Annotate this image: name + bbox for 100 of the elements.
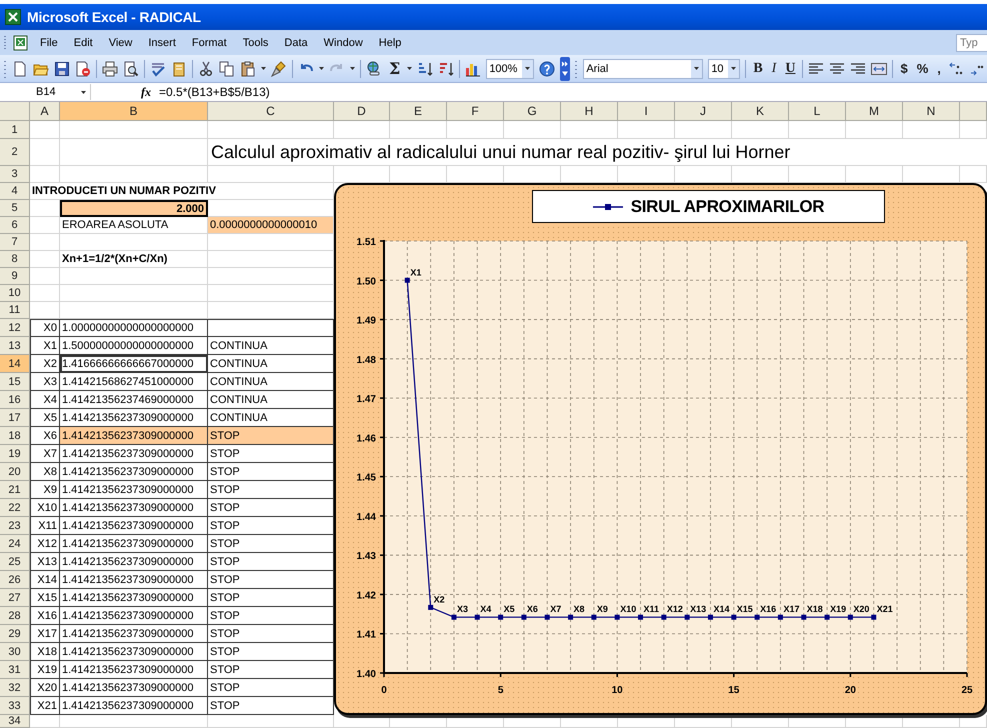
help-search-field[interactable]: Typ bbox=[956, 34, 987, 52]
row-header[interactable]: 4 bbox=[0, 183, 30, 200]
spreadsheet-cell[interactable]: X16 bbox=[30, 607, 60, 625]
autosum-button[interactable]: Σ bbox=[387, 58, 402, 78]
row-header[interactable]: 24 bbox=[0, 535, 30, 553]
select-all-corner[interactable] bbox=[0, 102, 30, 121]
row-header[interactable]: 19 bbox=[0, 445, 30, 463]
column-header[interactable]: K bbox=[732, 102, 789, 121]
row-header[interactable]: 1 bbox=[0, 121, 30, 139]
new-document-icon[interactable] bbox=[12, 60, 28, 76]
column-header[interactable]: H bbox=[561, 102, 618, 121]
sort-descending-icon[interactable] bbox=[438, 60, 454, 76]
column-header[interactable]: N bbox=[903, 102, 960, 121]
column-header[interactable]: E bbox=[390, 102, 447, 121]
caret-icon[interactable] bbox=[80, 90, 86, 94]
spreadsheet-document-icon[interactable] bbox=[13, 34, 29, 50]
spreadsheet-cell[interactable]: 1.41421356237309000000 bbox=[60, 517, 208, 535]
row-header[interactable]: 21 bbox=[0, 481, 30, 499]
row-header[interactable]: 16 bbox=[0, 391, 30, 409]
spreadsheet-cell[interactable]: 1.41421356237309000000 bbox=[60, 445, 208, 463]
clipboard-icon[interactable] bbox=[240, 60, 256, 76]
row-header[interactable]: 8 bbox=[0, 251, 30, 268]
spreadsheet-cell[interactable]: X1 bbox=[30, 337, 60, 355]
spreadsheet-cell[interactable]: 1.41666666666667000000 bbox=[60, 355, 208, 373]
spell-check-icon[interactable] bbox=[150, 60, 166, 76]
paintbrush-icon[interactable] bbox=[271, 60, 287, 76]
spreadsheet-cell[interactable]: 1.41421356237309000000 bbox=[60, 427, 208, 445]
row-header[interactable]: 6 bbox=[0, 217, 30, 234]
align-left-icon[interactable] bbox=[808, 60, 824, 76]
row-header[interactable]: 18 bbox=[0, 427, 30, 445]
row-header[interactable]: 27 bbox=[0, 589, 30, 607]
spreadsheet-cell[interactable]: X7 bbox=[30, 445, 60, 463]
row-header[interactable]: 5 bbox=[0, 200, 30, 217]
spreadsheet-cell[interactable]: X21 bbox=[30, 697, 60, 715]
spreadsheet-cell[interactable]: 1.00000000000000000000 bbox=[60, 319, 208, 337]
book-icon[interactable] bbox=[171, 60, 187, 76]
font-size-dropdown[interactable]: 10 bbox=[708, 58, 740, 78]
spreadsheet-cell[interactable]: 1.41421356237309000000 bbox=[60, 499, 208, 517]
spreadsheet-cell[interactable]: 1.41421356237309000000 bbox=[60, 463, 208, 481]
insert-function-button[interactable]: fx bbox=[141, 84, 151, 100]
row-header[interactable]: 11 bbox=[0, 302, 30, 319]
column-header[interactable]: L bbox=[789, 102, 846, 121]
menu-item[interactable]: Edit bbox=[68, 34, 98, 50]
merge-center-icon[interactable] bbox=[871, 60, 888, 76]
formula-field[interactable]: =0.5*(B13+B$5/B13) bbox=[159, 85, 270, 99]
scissors-icon[interactable] bbox=[198, 60, 214, 76]
sort-ascending-icon[interactable] bbox=[417, 60, 434, 76]
spreadsheet-cell[interactable]: Xn+1=1/2*(Xn+C/Xn) bbox=[60, 251, 208, 268]
spreadsheet-cell[interactable]: X11 bbox=[30, 517, 60, 535]
spreadsheet-cell[interactable]: X5 bbox=[30, 409, 60, 427]
row-header[interactable]: 10 bbox=[0, 285, 30, 302]
spreadsheet-cell[interactable]: X4 bbox=[30, 391, 60, 409]
italic-button[interactable]: I bbox=[770, 58, 778, 78]
printer-icon[interactable] bbox=[102, 60, 118, 76]
spreadsheet-cell[interactable]: X8 bbox=[30, 463, 60, 481]
spreadsheet-cell[interactable]: X0 bbox=[30, 319, 60, 337]
bold-button[interactable]: B bbox=[751, 58, 765, 78]
spreadsheet-cell[interactable]: 1.41421356237309000000 bbox=[60, 535, 208, 553]
row-header[interactable]: 20 bbox=[0, 463, 30, 481]
column-header[interactable]: G bbox=[504, 102, 561, 121]
menu-item[interactable]: Format bbox=[186, 34, 232, 50]
menu-item[interactable]: Window bbox=[318, 34, 368, 50]
row-header[interactable]: 17 bbox=[0, 409, 30, 427]
spreadsheet-cell[interactable]: 2.000 bbox=[60, 200, 208, 217]
row-header[interactable]: 26 bbox=[0, 571, 30, 589]
row-header[interactable]: 15 bbox=[0, 373, 30, 391]
row-header[interactable]: 29 bbox=[0, 625, 30, 643]
spreadsheet-cell[interactable]: STOP bbox=[208, 427, 334, 445]
percent-button[interactable]: % bbox=[914, 58, 930, 78]
menu-item[interactable]: Data bbox=[279, 34, 313, 50]
spreadsheet-cell[interactable]: 1.41421356237309000000 bbox=[60, 625, 208, 643]
row-header[interactable]: 3 bbox=[0, 166, 30, 183]
spreadsheet-cell[interactable]: X2 bbox=[30, 355, 60, 373]
caret-icon[interactable] bbox=[731, 67, 736, 70]
restricted-document-icon[interactable] bbox=[75, 60, 91, 76]
row-header[interactable]: 12 bbox=[0, 319, 30, 337]
spreadsheet-cell[interactable]: X17 bbox=[30, 625, 60, 643]
column-header[interactable]: F bbox=[447, 102, 504, 121]
column-header[interactable]: C bbox=[208, 102, 334, 121]
menu-item[interactable]: Insert bbox=[143, 34, 181, 50]
row-header[interactable]: 30 bbox=[0, 643, 30, 661]
spreadsheet-cell[interactable]: 1.41421356237469000000 bbox=[60, 391, 208, 409]
spreadsheet-cell[interactable]: X18 bbox=[30, 643, 60, 661]
currency-button[interactable]: $ bbox=[898, 58, 910, 78]
spreadsheet-cell[interactable]: 1.41421356237309000000 bbox=[60, 571, 208, 589]
row-header[interactable]: 25 bbox=[0, 553, 30, 571]
spreadsheet-cell[interactable]: 1.41421356237309000000 bbox=[60, 607, 208, 625]
spreadsheet-cell[interactable]: STOP bbox=[208, 697, 334, 715]
row-header[interactable]: 14 bbox=[0, 355, 30, 373]
copy-icon[interactable] bbox=[219, 60, 235, 76]
row-header[interactable]: 23 bbox=[0, 517, 30, 535]
menu-item[interactable]: Help bbox=[374, 34, 406, 50]
column-header[interactable]: M bbox=[846, 102, 903, 121]
row-header[interactable]: 32 bbox=[0, 679, 30, 697]
help-icon[interactable] bbox=[539, 60, 556, 76]
spreadsheet-cell[interactable]: X15 bbox=[30, 589, 60, 607]
align-center-icon[interactable] bbox=[829, 60, 846, 76]
spreadsheet-cell[interactable]: 1.41421568627451000000 bbox=[60, 373, 208, 391]
spreadsheet-cell[interactable]: 1.41421356237309000000 bbox=[60, 481, 208, 499]
spreadsheet-cell[interactable]: 1.41421356237309000000 bbox=[60, 553, 208, 571]
